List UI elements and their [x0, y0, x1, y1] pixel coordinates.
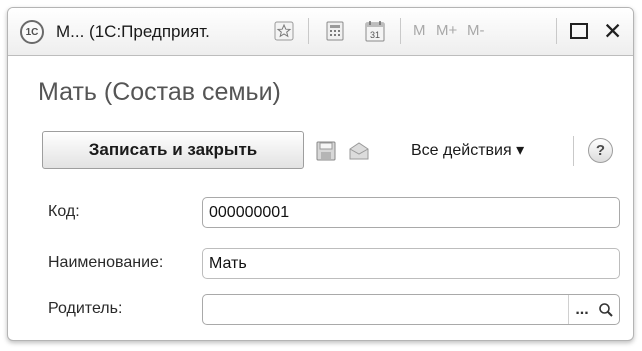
toolbar-separator: [573, 136, 574, 166]
memory-plus-button[interactable]: M+: [436, 22, 457, 39]
calculator-icon[interactable]: [324, 20, 346, 42]
name-label: Наименование:: [48, 254, 164, 271]
parent-field[interactable]: ...: [202, 294, 620, 325]
toolbar-separator: [556, 18, 557, 44]
maximize-icon[interactable]: [568, 20, 590, 42]
page-title: Мать (Состав семьи): [38, 78, 281, 106]
calendar-icon[interactable]: 31: [364, 20, 386, 42]
code-field[interactable]: 000000001: [202, 197, 620, 228]
floppy-disk-icon[interactable]: [315, 140, 337, 162]
svg-text:31: 31: [370, 30, 380, 40]
code-label: Код:: [48, 203, 80, 220]
form-window: 1С М... (1С:Предприят. 31 M M+ M- ✕ Мать…: [7, 7, 634, 341]
all-actions-menu[interactable]: Все действия ▾: [411, 140, 524, 160]
parent-label: Родитель:: [48, 300, 123, 317]
name-field[interactable]: Мать: [202, 248, 620, 279]
toolbar-separator: [308, 18, 309, 44]
window-titlebar: 1С М... (1С:Предприят. 31 M M+ M- ✕: [8, 8, 633, 56]
close-icon[interactable]: ✕: [603, 18, 622, 45]
select-button[interactable]: ...: [568, 295, 595, 324]
envelope-icon[interactable]: [348, 140, 370, 162]
memory-button[interactable]: M: [413, 22, 426, 39]
window-title: М... (1С:Предприят.: [56, 22, 210, 41]
toolbar-separator: [400, 18, 401, 44]
memory-minus-button[interactable]: M-: [467, 22, 485, 39]
1c-logo-icon[interactable]: 1С: [20, 20, 44, 44]
magnifier-icon[interactable]: [593, 295, 619, 324]
help-button[interactable]: ?: [588, 138, 613, 163]
save-and-close-button[interactable]: Записать и закрыть: [42, 131, 304, 169]
star-icon[interactable]: [273, 20, 295, 42]
